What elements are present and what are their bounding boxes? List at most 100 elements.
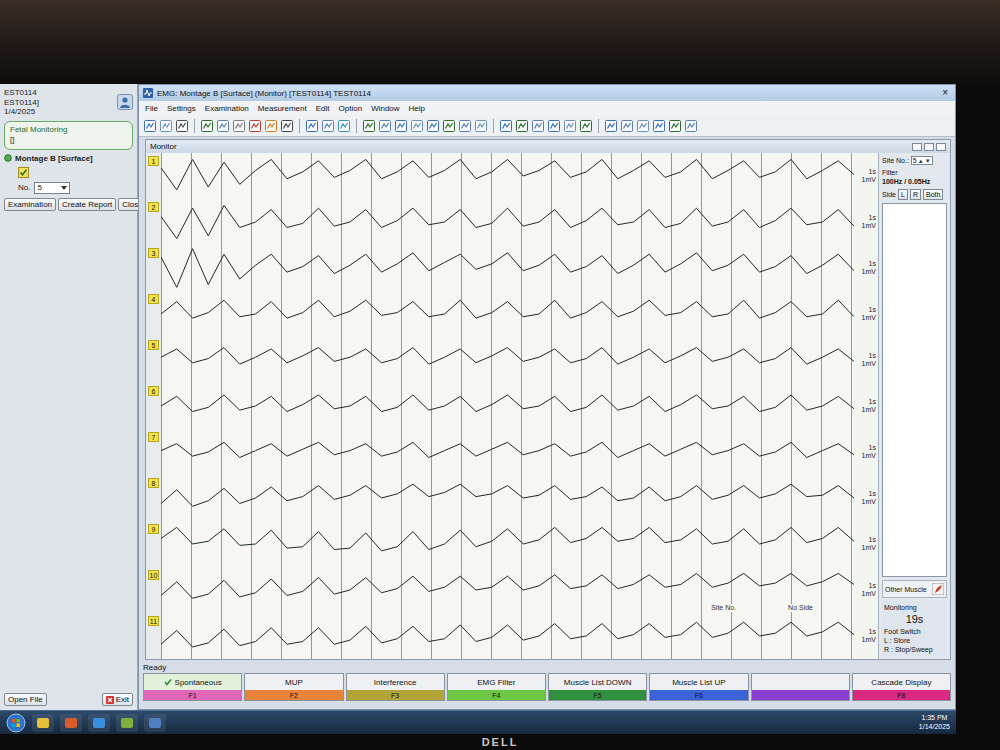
channel-number: 7 xyxy=(148,432,159,442)
function-key[interactable]: EMG FilterF4 xyxy=(447,673,546,701)
number-select[interactable]: 5 xyxy=(34,182,70,194)
tool-icon[interactable] xyxy=(248,119,262,133)
taskbar-app[interactable] xyxy=(116,714,138,732)
tool-icon[interactable] xyxy=(337,119,351,133)
channel-number: 4 xyxy=(148,294,159,304)
workspace: EST0114EST0114]1/4/2025Fetal Monitoring[… xyxy=(0,84,956,710)
tool-icon[interactable] xyxy=(474,119,488,133)
tool-icon[interactable] xyxy=(547,119,561,133)
tool-icon[interactable] xyxy=(159,119,173,133)
monitor-window-buttons xyxy=(912,143,946,151)
menu-item[interactable]: Option xyxy=(339,104,363,113)
function-key[interactable]: SpontaneousF1 xyxy=(143,673,242,701)
menu-item[interactable]: Window xyxy=(371,104,399,113)
number-label: No. xyxy=(18,183,30,192)
open-file-button[interactable]: Open File xyxy=(4,693,47,706)
start-icon[interactable] xyxy=(6,713,26,733)
exam-button[interactable]: Create Report xyxy=(58,198,116,211)
spin-up[interactable]: ▲ xyxy=(918,158,924,164)
tool-icon[interactable] xyxy=(442,119,456,133)
tool-icon[interactable] xyxy=(232,119,246,133)
other-muscle[interactable]: Other Muscle xyxy=(882,580,947,598)
maximize-button[interactable] xyxy=(924,143,934,151)
function-key[interactable]: Muscle List UPF6 xyxy=(649,673,748,701)
channel-scale: 1s1mV xyxy=(854,521,878,567)
menu-item[interactable]: File xyxy=(145,104,158,113)
tool-icon[interactable] xyxy=(515,119,529,133)
montage-dot-icon xyxy=(4,154,12,162)
tool-icon[interactable] xyxy=(200,119,214,133)
channel-scale: 1s1mV xyxy=(854,153,878,199)
waveform xyxy=(161,613,854,659)
channel-number: 11 xyxy=(148,616,159,626)
tool-icon[interactable] xyxy=(620,119,634,133)
tool-icon[interactable] xyxy=(636,119,650,133)
minimize-button[interactable] xyxy=(912,143,922,151)
tool-icon[interactable] xyxy=(378,119,392,133)
monitoring-status: Monitoring19sFoot SwitchL : StoreR : Sto… xyxy=(882,601,947,656)
channel-scale: 1s1mV xyxy=(854,291,878,337)
channel-scale: 1s1mV xyxy=(854,383,878,429)
channel-index: 5 xyxy=(146,337,161,383)
tool-icon[interactable] xyxy=(216,119,230,133)
channel-index: 10 xyxy=(146,567,161,613)
tool-icon[interactable] xyxy=(426,119,440,133)
window-close-button[interactable]: × xyxy=(939,88,951,98)
function-key[interactable]: Muscle List DOWNF5 xyxy=(548,673,647,701)
tool-icon[interactable] xyxy=(394,119,408,133)
muscle-list[interactable] xyxy=(882,203,947,577)
waveform xyxy=(161,153,854,199)
menu-item[interactable]: Settings xyxy=(167,104,196,113)
tool-icon[interactable] xyxy=(531,119,545,133)
side-button[interactable]: Both xyxy=(923,189,943,200)
tool-icon[interactable] xyxy=(410,119,424,133)
tool-icon[interactable] xyxy=(604,119,618,133)
tool-icon[interactable] xyxy=(684,119,698,133)
tool-icon[interactable] xyxy=(652,119,666,133)
menu-item[interactable]: Measurement xyxy=(258,104,307,113)
menu-item[interactable]: Edit xyxy=(316,104,330,113)
tool-icon[interactable] xyxy=(143,119,157,133)
tool-icon[interactable] xyxy=(563,119,577,133)
montage-item[interactable]: Montage B [Surface] xyxy=(4,154,133,163)
taskbar: 1:35 PM1/14/2025 xyxy=(0,710,956,734)
channel-row: 81s1mV xyxy=(146,475,878,521)
exit-button[interactable]: Exit xyxy=(102,693,133,706)
montage-checkbox-icon[interactable] xyxy=(18,167,29,178)
tool-icon[interactable] xyxy=(321,119,335,133)
menu-item[interactable]: Examination xyxy=(205,104,249,113)
tool-icon[interactable] xyxy=(458,119,472,133)
function-key[interactable]: MUPF2 xyxy=(244,673,343,701)
tool-icon[interactable] xyxy=(579,119,593,133)
side-button[interactable]: L xyxy=(898,189,908,200)
exam-group[interactable]: Fetal Monitoring[] xyxy=(4,121,133,150)
status-text: Ready xyxy=(143,663,951,672)
close-button[interactable] xyxy=(936,143,946,151)
function-keys: SpontaneousF1MUPF2InterferenceF3EMG Filt… xyxy=(143,673,951,701)
exam-button[interactable]: Examination xyxy=(4,198,56,211)
spin-down[interactable]: ▼ xyxy=(925,158,931,164)
menu-item[interactable]: Help xyxy=(409,104,425,113)
tool-icon[interactable] xyxy=(499,119,513,133)
function-key[interactable]: InterferenceF3 xyxy=(346,673,445,701)
channel-row: 91s1mV xyxy=(146,521,878,567)
site-spinner[interactable]: 5▲▼ xyxy=(911,156,933,165)
trace-label: No Side xyxy=(787,604,814,612)
toolbar-separator xyxy=(493,119,494,133)
channel-row: 61s1mV xyxy=(146,383,878,429)
side-button[interactable]: R xyxy=(910,189,921,200)
tool-icon[interactable] xyxy=(668,119,682,133)
taskbar-app[interactable] xyxy=(88,714,110,732)
tool-icon[interactable] xyxy=(305,119,319,133)
clock[interactable]: 1:35 PM1/14/2025 xyxy=(919,714,950,731)
tool-icon[interactable] xyxy=(175,119,189,133)
function-key[interactable]: Cascade DisplayF8 xyxy=(852,673,951,701)
screen: EST0114EST0114]1/4/2025Fetal Monitoring[… xyxy=(0,84,956,734)
tool-icon[interactable] xyxy=(264,119,278,133)
tool-icon[interactable] xyxy=(280,119,294,133)
function-key[interactable] xyxy=(751,673,850,701)
tool-icon[interactable] xyxy=(362,119,376,133)
taskbar-app[interactable] xyxy=(144,714,166,732)
taskbar-app[interactable] xyxy=(60,714,82,732)
taskbar-app[interactable] xyxy=(32,714,54,732)
